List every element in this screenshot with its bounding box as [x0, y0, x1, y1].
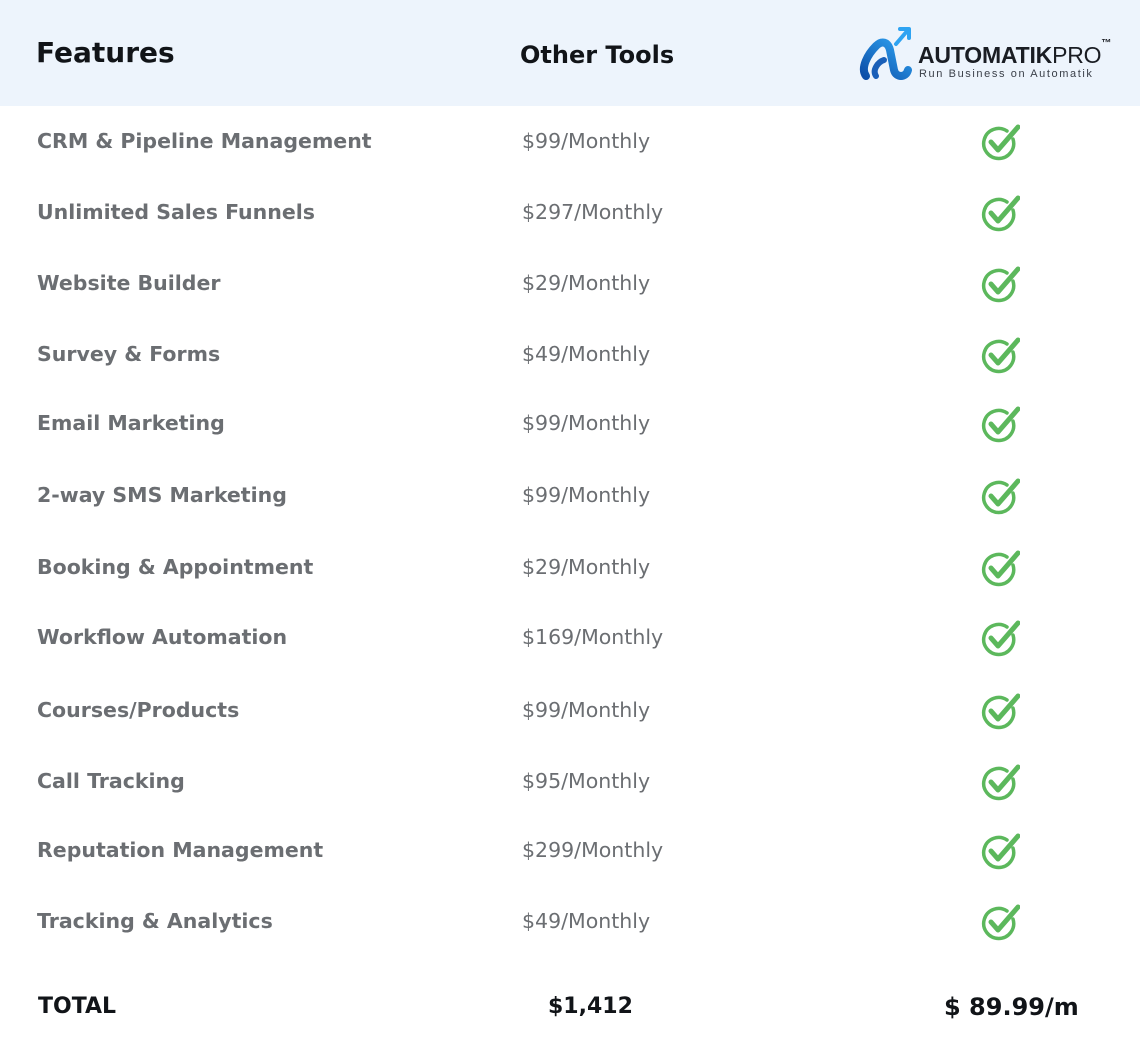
other-tool-price: $99/Monthly	[522, 483, 651, 507]
features-column-header: Features	[36, 36, 175, 69]
table-row: Workflow Automation $169/Monthly	[0, 619, 1140, 659]
total-label: TOTAL	[38, 994, 117, 1019]
total-other-tools: $1,412	[548, 994, 633, 1019]
green-check-circle-icon	[981, 764, 1020, 801]
feature-name: Workflow Automation	[37, 625, 288, 649]
green-check-circle-icon	[981, 478, 1020, 515]
feature-name: CRM & Pipeline Management	[37, 129, 372, 153]
feature-name: Tracking & Analytics	[37, 909, 273, 933]
other-tool-price: $299/Monthly	[522, 838, 664, 862]
feature-name: Website Builder	[37, 271, 221, 295]
brand-tagline: Run Business on Automatik	[919, 68, 1094, 80]
table-row: Reputation Management $299/Monthly	[0, 832, 1140, 872]
table-row: Tracking & Analytics $49/Monthly	[0, 903, 1140, 943]
feature-name: Reputation Management	[37, 838, 324, 862]
other-tool-price: $29/Monthly	[522, 271, 651, 295]
green-check-circle-icon	[981, 406, 1020, 443]
automatik-pro-logo: AUTOMATIKPRO™ Run Business on Automatik	[858, 24, 1118, 84]
table-row: Courses/Products $99/Monthly	[0, 692, 1140, 732]
total-automatik: $ 89.99/m	[944, 993, 1079, 1021]
brand-wordmark: AUTOMATIKPRO™	[918, 38, 1112, 68]
other-tool-price: $49/Monthly	[522, 342, 651, 366]
other-tools-column-header: Other Tools	[520, 41, 675, 69]
feature-name: Email Marketing	[37, 411, 225, 435]
green-check-circle-icon	[981, 550, 1020, 587]
other-tool-price: $99/Monthly	[522, 411, 651, 435]
table-row: CRM & Pipeline Management $99/Monthly	[0, 123, 1140, 163]
table-row: Call Tracking $95/Monthly	[0, 763, 1140, 803]
green-check-circle-icon	[981, 833, 1020, 870]
feature-name: Booking & Appointment	[37, 555, 314, 579]
automatik-logo-mark-icon	[859, 27, 912, 80]
green-check-circle-icon	[981, 266, 1020, 303]
green-check-circle-icon	[981, 195, 1020, 232]
table-row: Survey & Forms $49/Monthly	[0, 336, 1140, 376]
other-tool-price: $95/Monthly	[522, 769, 651, 793]
table-row: 2-way SMS Marketing $99/Monthly	[0, 477, 1140, 517]
other-tool-price: $99/Monthly	[522, 698, 651, 722]
table-row: Email Marketing $99/Monthly	[0, 405, 1140, 445]
table-row: Booking & Appointment $29/Monthly	[0, 549, 1140, 589]
feature-name: Call Tracking	[37, 769, 185, 793]
green-check-circle-icon	[981, 337, 1020, 374]
green-check-circle-icon	[981, 693, 1020, 730]
green-check-circle-icon	[981, 620, 1020, 657]
feature-name: 2-way SMS Marketing	[37, 483, 287, 507]
other-tool-price: $29/Monthly	[522, 555, 651, 579]
feature-name: Survey & Forms	[37, 342, 221, 366]
other-tool-price: $169/Monthly	[522, 625, 664, 649]
table-row: Website Builder $29/Monthly	[0, 265, 1140, 305]
green-check-circle-icon	[981, 904, 1020, 941]
table-row: Unlimited Sales Funnels $297/Monthly	[0, 194, 1140, 234]
green-check-circle-icon	[981, 124, 1020, 161]
other-tool-price: $49/Monthly	[522, 909, 651, 933]
feature-name: Unlimited Sales Funnels	[37, 200, 315, 224]
other-tool-price: $297/Monthly	[522, 200, 664, 224]
other-tool-price: $99/Monthly	[522, 129, 651, 153]
table-header: Features Other Tools AUTOMATIKPRO™ Run B…	[0, 0, 1140, 106]
feature-name: Courses/Products	[37, 698, 240, 722]
